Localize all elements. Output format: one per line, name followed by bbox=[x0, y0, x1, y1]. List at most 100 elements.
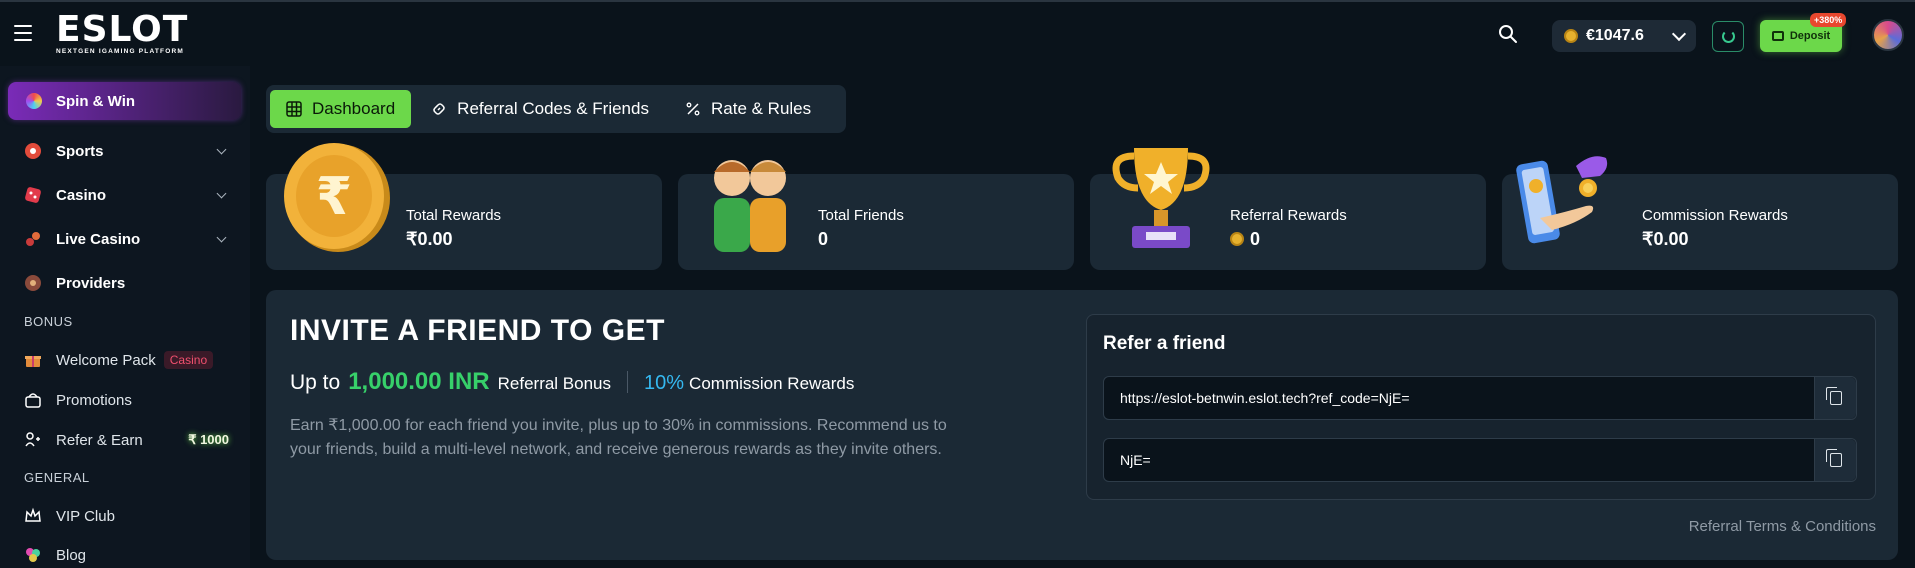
tab-dashboard[interactable]: Dashboard bbox=[270, 90, 412, 128]
refer-title: Refer a friend bbox=[1103, 333, 1226, 354]
hand-coin-icon bbox=[1516, 156, 1608, 244]
chevron-down-icon bbox=[1671, 26, 1687, 42]
sidebar-item-providers[interactable]: Providers bbox=[24, 267, 229, 299]
avatar[interactable] bbox=[1872, 19, 1904, 51]
section-label-general: GENERAL bbox=[24, 470, 90, 485]
refresh-button[interactable] bbox=[1712, 21, 1744, 52]
sidebar-item-label: Promotions bbox=[56, 391, 132, 409]
chevron-down-icon bbox=[216, 188, 227, 199]
friends-icon bbox=[714, 160, 786, 252]
copy-link-button[interactable] bbox=[1814, 377, 1856, 419]
tab-label: Rate & Rules bbox=[710, 99, 812, 118]
casino-badge: Casino bbox=[163, 351, 214, 369]
commission-label: Commission Rewards bbox=[689, 374, 855, 393]
stat-value: ₹0.00 bbox=[406, 229, 453, 249]
stat-value-text: 0 bbox=[1250, 229, 1261, 249]
sidebar-item-label: Providers bbox=[56, 274, 126, 292]
refresh-icon bbox=[1721, 30, 1735, 43]
invite-title: INVITE A FRIEND TO GET bbox=[290, 314, 665, 347]
chevron-down-icon bbox=[216, 144, 227, 155]
refer-earn-badge: ₹ 1000 bbox=[188, 432, 229, 447]
invite-panel: INVITE A FRIEND TO GET Up to 1,000.00 IN… bbox=[266, 290, 1898, 560]
chevron-down-icon bbox=[216, 232, 227, 243]
stat-value: ₹0.00 bbox=[1642, 229, 1689, 249]
crown-icon bbox=[25, 507, 41, 522]
sidebar-item-label: Welcome Pack bbox=[56, 351, 156, 369]
tab-label: Referral Codes & Friends bbox=[457, 99, 649, 118]
deposit-bonus-badge: +380% bbox=[1810, 13, 1847, 27]
copy-code-button[interactable] bbox=[1814, 439, 1856, 481]
wallet-icon bbox=[1771, 31, 1784, 41]
deposit-label: Deposit bbox=[1789, 30, 1831, 42]
tab-bar: Dashboard Referral Codes & Friends Rate … bbox=[266, 85, 846, 133]
sidebar-item-promotions[interactable]: Promotions bbox=[24, 385, 239, 415]
referral-code-field[interactable]: NjE= bbox=[1103, 438, 1857, 482]
percent-icon bbox=[686, 102, 700, 116]
stat-label: Referral Rewards bbox=[1230, 207, 1347, 224]
providers-icon bbox=[25, 275, 41, 291]
bonus-amount: 1,000.00 INR bbox=[348, 368, 490, 395]
sidebar-item-spin-win[interactable]: Spin & Win bbox=[8, 82, 241, 120]
logo-tagline: NEXTGEN IGAMING PLATFORM bbox=[56, 48, 184, 55]
stat-card-referral-rewards: Referral Rewards 0 bbox=[1090, 148, 1486, 270]
blog-icon bbox=[26, 548, 40, 562]
sidebar-item-refer-earn[interactable]: Refer & Earn ₹ 1000 bbox=[24, 425, 239, 455]
referral-link-field[interactable]: https://eslot-betnwin.eslot.tech?ref_cod… bbox=[1103, 376, 1857, 420]
sidebar: Spin & Win Sports Casino Live Casino Pro… bbox=[0, 66, 250, 568]
referral-terms-link[interactable]: Referral Terms & Conditions bbox=[1689, 518, 1876, 535]
sidebar-item-label: Casino bbox=[56, 186, 107, 204]
coin-icon bbox=[1564, 29, 1578, 43]
top-header: ESLOT NEXTGEN IGAMING PLATFORM €1047.6 D… bbox=[0, 0, 1915, 66]
sidebar-item-casino[interactable]: Casino bbox=[24, 179, 229, 211]
logo-text: ESLOT bbox=[56, 9, 189, 50]
sidebar-item-welcome-pack[interactable]: Welcome Pack Casino bbox=[24, 345, 239, 375]
sidebar-item-label: Refer & Earn bbox=[56, 431, 143, 449]
sidebar-item-label: Live Casino bbox=[56, 230, 141, 248]
stat-card-total-rewards: ₹ Total Rewards ₹0.00 bbox=[266, 143, 662, 270]
dice-icon bbox=[25, 187, 41, 203]
sidebar-item-sports[interactable]: Sports bbox=[24, 135, 229, 167]
wallet-balance-dropdown[interactable]: €1047.6 bbox=[1552, 20, 1696, 52]
sidebar-item-vip-club[interactable]: VIP Club bbox=[24, 501, 239, 531]
invite-offer: Up to 1,000.00 INR Referral Bonus 10% Co… bbox=[290, 368, 854, 396]
rupee-coin-icon: ₹ bbox=[284, 143, 390, 252]
tab-label: Dashboard bbox=[312, 99, 396, 118]
stat-label: Commission Rewards bbox=[1642, 207, 1788, 224]
coin-icon bbox=[1230, 232, 1244, 246]
section-label-bonus: BONUS bbox=[24, 314, 73, 329]
divider bbox=[627, 371, 629, 393]
refer-a-friend-box: Refer a friend https://eslot-betnwin.esl… bbox=[1086, 314, 1876, 500]
bonus-label: Referral Bonus bbox=[497, 374, 612, 393]
logo[interactable]: ESLOT NEXTGEN IGAMING PLATFORM bbox=[56, 9, 189, 56]
copy-icon bbox=[1825, 387, 1842, 405]
sports-icon bbox=[25, 143, 41, 159]
copy-icon bbox=[1825, 449, 1842, 467]
trophy-icon bbox=[1112, 148, 1210, 248]
live-casino-icon bbox=[26, 232, 40, 246]
commission-percent: 10% bbox=[644, 372, 685, 394]
stat-card-commission-rewards: Commission Rewards ₹0.00 bbox=[1502, 156, 1898, 270]
sidebar-item-label: Blog bbox=[56, 546, 87, 564]
sidebar-item-label: Spin & Win bbox=[56, 92, 136, 110]
refer-icon bbox=[25, 432, 40, 447]
gift-icon bbox=[25, 356, 41, 367]
tab-referral-codes[interactable]: Referral Codes & Friends bbox=[415, 90, 665, 128]
stat-value: 0 bbox=[1230, 229, 1260, 250]
stat-label: Total Friends bbox=[818, 207, 904, 224]
upto-label: Up to bbox=[290, 371, 341, 394]
grid-icon bbox=[286, 101, 302, 117]
menu-icon[interactable] bbox=[14, 25, 32, 41]
link-icon bbox=[433, 103, 445, 115]
referral-code-value: NjE= bbox=[1120, 452, 1151, 468]
promo-icon bbox=[25, 393, 41, 408]
sidebar-item-label: VIP Club bbox=[56, 507, 115, 525]
tab-rate-rules[interactable]: Rate & Rules bbox=[669, 90, 827, 128]
sidebar-item-live-casino[interactable]: Live Casino bbox=[24, 223, 229, 255]
sidebar-item-label: Sports bbox=[56, 142, 104, 160]
stat-label: Total Rewards bbox=[406, 207, 502, 224]
referral-link-value: https://eslot-betnwin.eslot.tech?ref_cod… bbox=[1120, 390, 1410, 406]
search-icon[interactable] bbox=[1498, 24, 1518, 44]
stat-value: 0 bbox=[818, 229, 829, 249]
sidebar-item-blog[interactable]: Blog bbox=[24, 540, 239, 568]
wallet-amount: €1047.6 bbox=[1586, 27, 1644, 44]
